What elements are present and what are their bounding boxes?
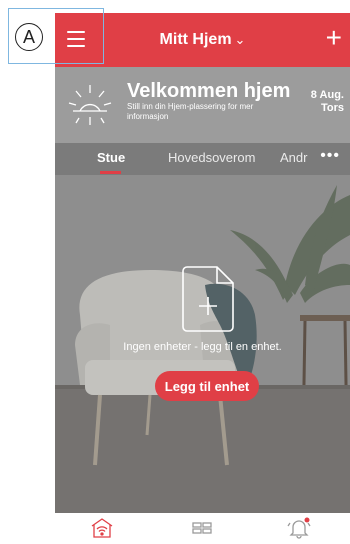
date-weekday: Tors <box>320 102 344 114</box>
tab-andre[interactable]: Andr <box>280 150 307 165</box>
welcome-banner: Velkommen hjem Still inn din Hjem-plasse… <box>55 67 350 143</box>
room-tabs: Stue Hovedsoverom Andr ••• <box>55 143 350 175</box>
date-day: 8 Aug. <box>310 89 344 101</box>
bottom-navigation <box>55 513 350 544</box>
tab-hovedsoverom[interactable]: Hovedsoverom <box>168 150 255 165</box>
welcome-subtitle: Still inn din Hjem-plassering for mer in… <box>127 102 254 121</box>
add-device-button[interactable]: Legg til enhet <box>155 371 259 401</box>
home-title: Mitt Hjem <box>159 31 232 48</box>
bell-icon[interactable] <box>287 517 311 539</box>
sun-icon <box>68 85 112 125</box>
room-background: Ingen enheter - legg til en enhet. Legg … <box>55 175 350 513</box>
tab-stue[interactable]: Stue <box>97 150 125 165</box>
welcome-title: Velkommen hjem <box>127 80 291 102</box>
annotation-label: A <box>15 23 43 51</box>
home-wifi-icon[interactable] <box>90 517 114 539</box>
active-tab-indicator <box>100 171 121 174</box>
add-icon[interactable]: + <box>326 24 342 52</box>
notification-badge <box>304 517 310 523</box>
chevron-down-icon: ⌄ <box>234 32 246 47</box>
add-file-icon <box>182 266 234 332</box>
empty-state-message: Ingen enheter - legg til en enhet. <box>123 341 282 353</box>
grid-icon[interactable] <box>190 517 214 539</box>
more-icon[interactable]: ••• <box>320 147 340 165</box>
app-screen: Mitt Hjem ⌄ + Velkommen hjem Still inn di… <box>55 13 350 544</box>
